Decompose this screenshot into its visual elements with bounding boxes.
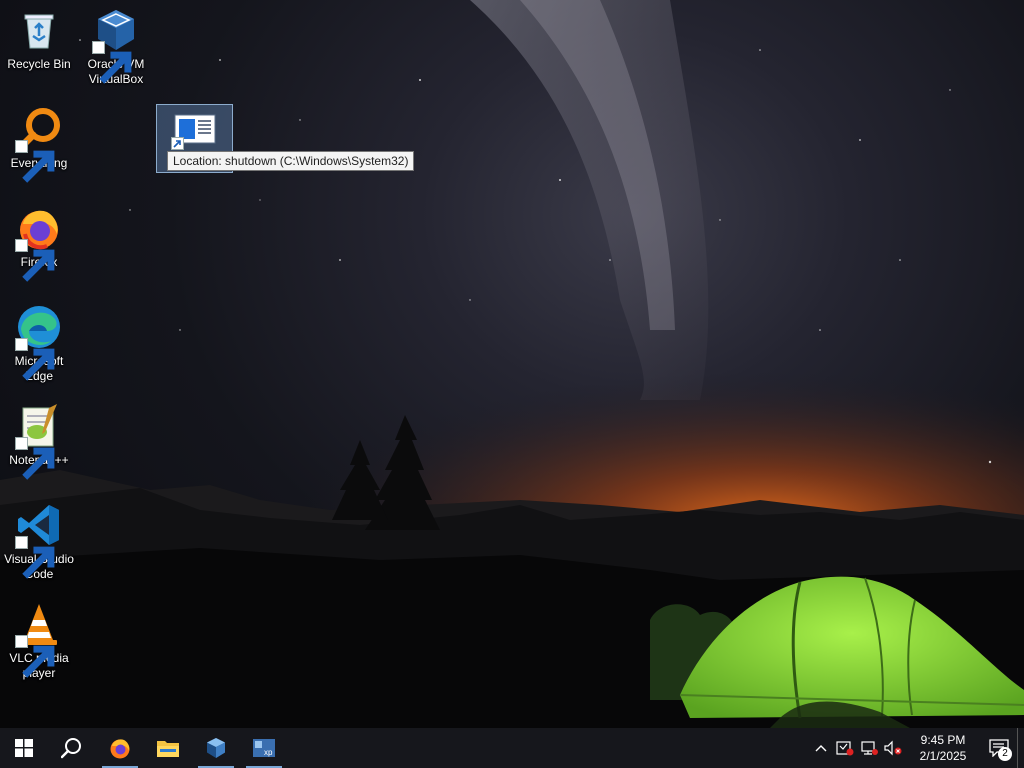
shortcut-arrow-icon	[15, 635, 55, 678]
shortcut-arrow-icon	[92, 41, 132, 84]
search-icon	[61, 738, 81, 759]
xp-vm-icon: xp	[253, 739, 275, 757]
vlc-icon	[15, 600, 63, 678]
windows-start-icon	[15, 739, 33, 757]
desktop-icon-edge[interactable]: Microsoft Edge	[0, 297, 78, 384]
shortcut-arrow-icon	[15, 437, 55, 480]
shortcut-arrow-icon	[15, 338, 55, 381]
notification-count-badge: 2	[998, 747, 1012, 761]
vscode-icon	[15, 501, 63, 579]
shortcut-arrow-icon	[15, 536, 55, 579]
desktop-icon-vlc[interactable]: VLC media player	[0, 594, 78, 681]
firefox-icon	[110, 739, 130, 759]
start-button[interactable]	[0, 728, 48, 768]
desktop-icon-notepadpp[interactable]: Notepad++	[0, 396, 78, 480]
virtualbox-icon	[207, 738, 225, 758]
tray-overflow-button[interactable]	[809, 728, 833, 768]
clock-date: 2/1/2025	[919, 749, 967, 763]
action-center-button[interactable]: 2	[981, 728, 1017, 768]
svg-text:xp: xp	[264, 748, 273, 757]
tray-network-button[interactable]	[857, 728, 881, 768]
taskbar-file-explorer-button[interactable]	[144, 728, 192, 768]
desktop-icon-vscode[interactable]: Visual Studio Code	[0, 495, 78, 582]
search-button[interactable]	[48, 728, 96, 768]
shortcut-tooltip: Location: shutdown (C:\Windows\System32)	[167, 151, 415, 171]
desktop-icon-recycle-bin[interactable]: Recycle Bin	[0, 0, 78, 72]
everything-search-icon	[15, 105, 63, 183]
desktop-icon-everything[interactable]: Everything	[0, 99, 78, 183]
notepadpp-icon	[15, 402, 63, 480]
desktop-icon-label: Recycle Bin	[7, 57, 71, 71]
tray-security-button[interactable]	[833, 728, 857, 768]
security-warning-icon	[836, 741, 854, 756]
folder-icon	[157, 741, 179, 757]
desktop-icon-firefox[interactable]: Firefox	[0, 198, 78, 282]
system-tray: 9:45 PM 2/1/2025 2	[809, 728, 1024, 768]
taskbar-clock[interactable]: 9:45 PM 2/1/2025	[905, 732, 981, 764]
virtualbox-icon	[92, 6, 140, 84]
taskbar-firefox-button[interactable]	[96, 728, 144, 768]
shortcut-arrow-icon	[15, 140, 55, 183]
edge-icon	[15, 303, 63, 381]
clock-time: 9:45 PM	[920, 733, 966, 747]
desktop-wallpaper	[0, 0, 1024, 728]
taskbar: xp 9:45 PM 2/1/2025 2	[0, 728, 1024, 768]
desktop-icon-virtualbox[interactable]: Oracle VM VirtualBox	[77, 0, 155, 87]
taskbar-virtualbox-button[interactable]	[192, 728, 240, 768]
shortcut-arrow-icon	[171, 137, 184, 150]
show-desktop-button[interactable]	[1017, 728, 1024, 768]
tray-volume-button[interactable]	[881, 728, 905, 768]
volume-muted-icon	[884, 740, 902, 756]
network-icon	[861, 741, 878, 755]
shortcut-arrow-icon	[15, 239, 55, 282]
taskbar-xp-vm-button[interactable]: xp	[240, 728, 288, 768]
chevron-up-icon	[815, 745, 827, 752]
firefox-icon	[15, 204, 63, 282]
recycle-bin-icon	[15, 6, 63, 54]
